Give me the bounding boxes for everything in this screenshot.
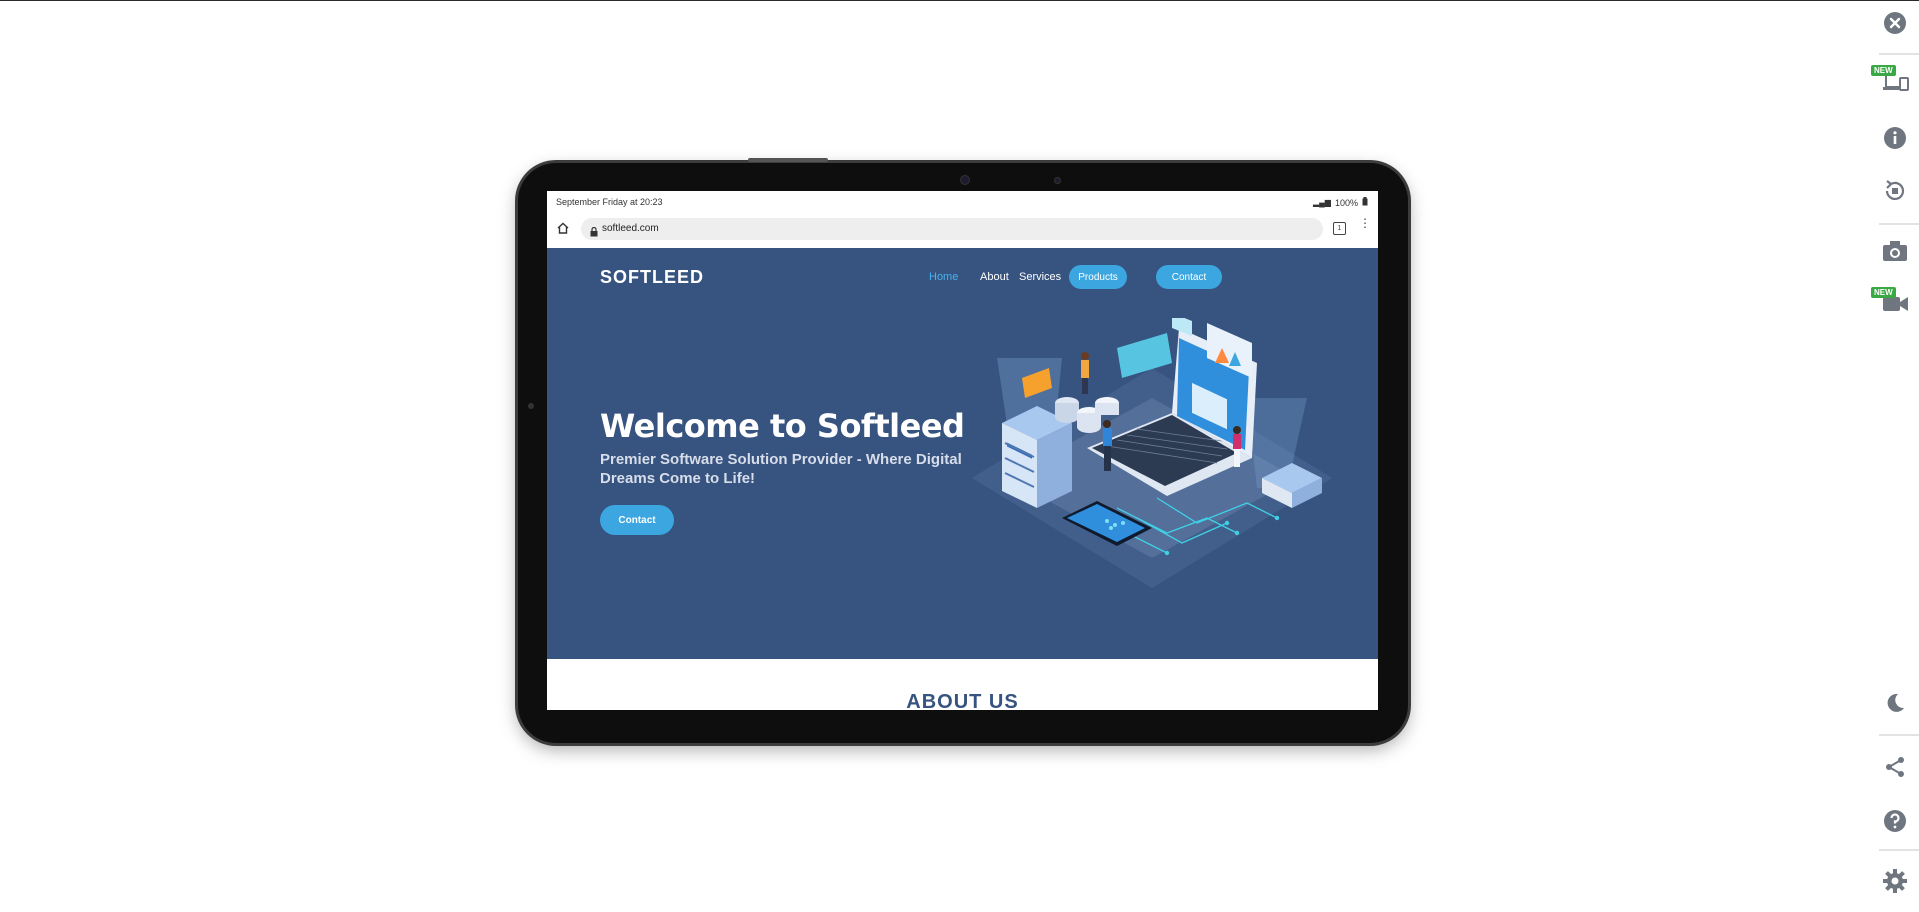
emulator-toolbar: NEW NEW [1839,1,1919,912]
record-button[interactable]: NEW [1871,285,1913,321]
nav-home[interactable]: Home [929,265,958,289]
browser-address-row: softleed.com 1 ⋮ [547,217,1378,240]
status-time: September Friday at 20:23 [556,197,663,207]
tab-switcher-button[interactable]: 1 [1333,222,1346,235]
close-icon [1884,12,1906,34]
side-sensor [528,403,534,409]
share-button[interactable] [1877,749,1913,785]
new-badge: NEW [1871,65,1896,76]
signal-icon: ▂▄▆ [1312,198,1331,207]
battery-level: 100% [1334,197,1358,208]
toolbar-divider [1879,734,1919,736]
new-badge: NEW [1871,287,1896,298]
lock-icon [590,224,598,242]
camera-icon [1883,241,1907,261]
tablet-screen: September Friday at 20:23 ▂▄▆ 100% softl… [547,191,1378,710]
info-button[interactable] [1877,120,1913,156]
settings-icon [1883,869,1907,893]
tablet-frame: September Friday at 20:23 ▂▄▆ 100% softl… [518,158,1408,743]
sensor [1054,177,1061,184]
about-section-heading: ABOUT US [906,691,1019,710]
url-bar[interactable]: softleed.com [581,218,1323,240]
status-bar: September Friday at 20:23 ▂▄▆ 100% [547,191,1378,211]
site-logo[interactable]: SOFTLEED [600,267,704,288]
toolbar-divider [1879,849,1919,851]
rotate-button[interactable] [1877,173,1913,209]
toolbar-divider [1879,53,1919,55]
settings-button[interactable] [1877,863,1913,899]
close-button[interactable] [1877,5,1913,41]
front-camera [960,175,970,185]
nav-contact-button[interactable]: Contact [1156,265,1222,289]
devices-button[interactable]: NEW [1871,63,1913,99]
info-icon [1884,127,1906,149]
rotate-icon [1885,180,1905,200]
home-icon[interactable] [556,221,570,240]
nav-services[interactable]: Services [1019,265,1061,289]
help-icon [1884,810,1906,832]
battery-icon [1362,197,1368,208]
dark-mode-button[interactable] [1877,685,1913,721]
browser-menu-icon[interactable]: ⋮ [1359,217,1371,229]
nav-about[interactable]: About [980,265,1009,289]
dark-mode-icon [1887,693,1904,712]
hero-section: SOFTLEED Home About Services Products Co… [547,248,1378,659]
screenshot-button[interactable] [1877,233,1913,269]
power-button [748,158,828,162]
hero-contact-button[interactable]: Contact [600,505,674,535]
share-icon [1886,757,1904,777]
toolbar-divider [1879,223,1919,225]
url-text: softleed.com [602,223,659,234]
hero-title: Welcome to Softleed [600,407,965,445]
nav-products-button[interactable]: Products [1069,265,1127,289]
help-button[interactable] [1877,803,1913,839]
hero-subtitle: Premier Software Solution Provider - Whe… [600,451,962,487]
isometric-tech-illustration [972,318,1332,588]
